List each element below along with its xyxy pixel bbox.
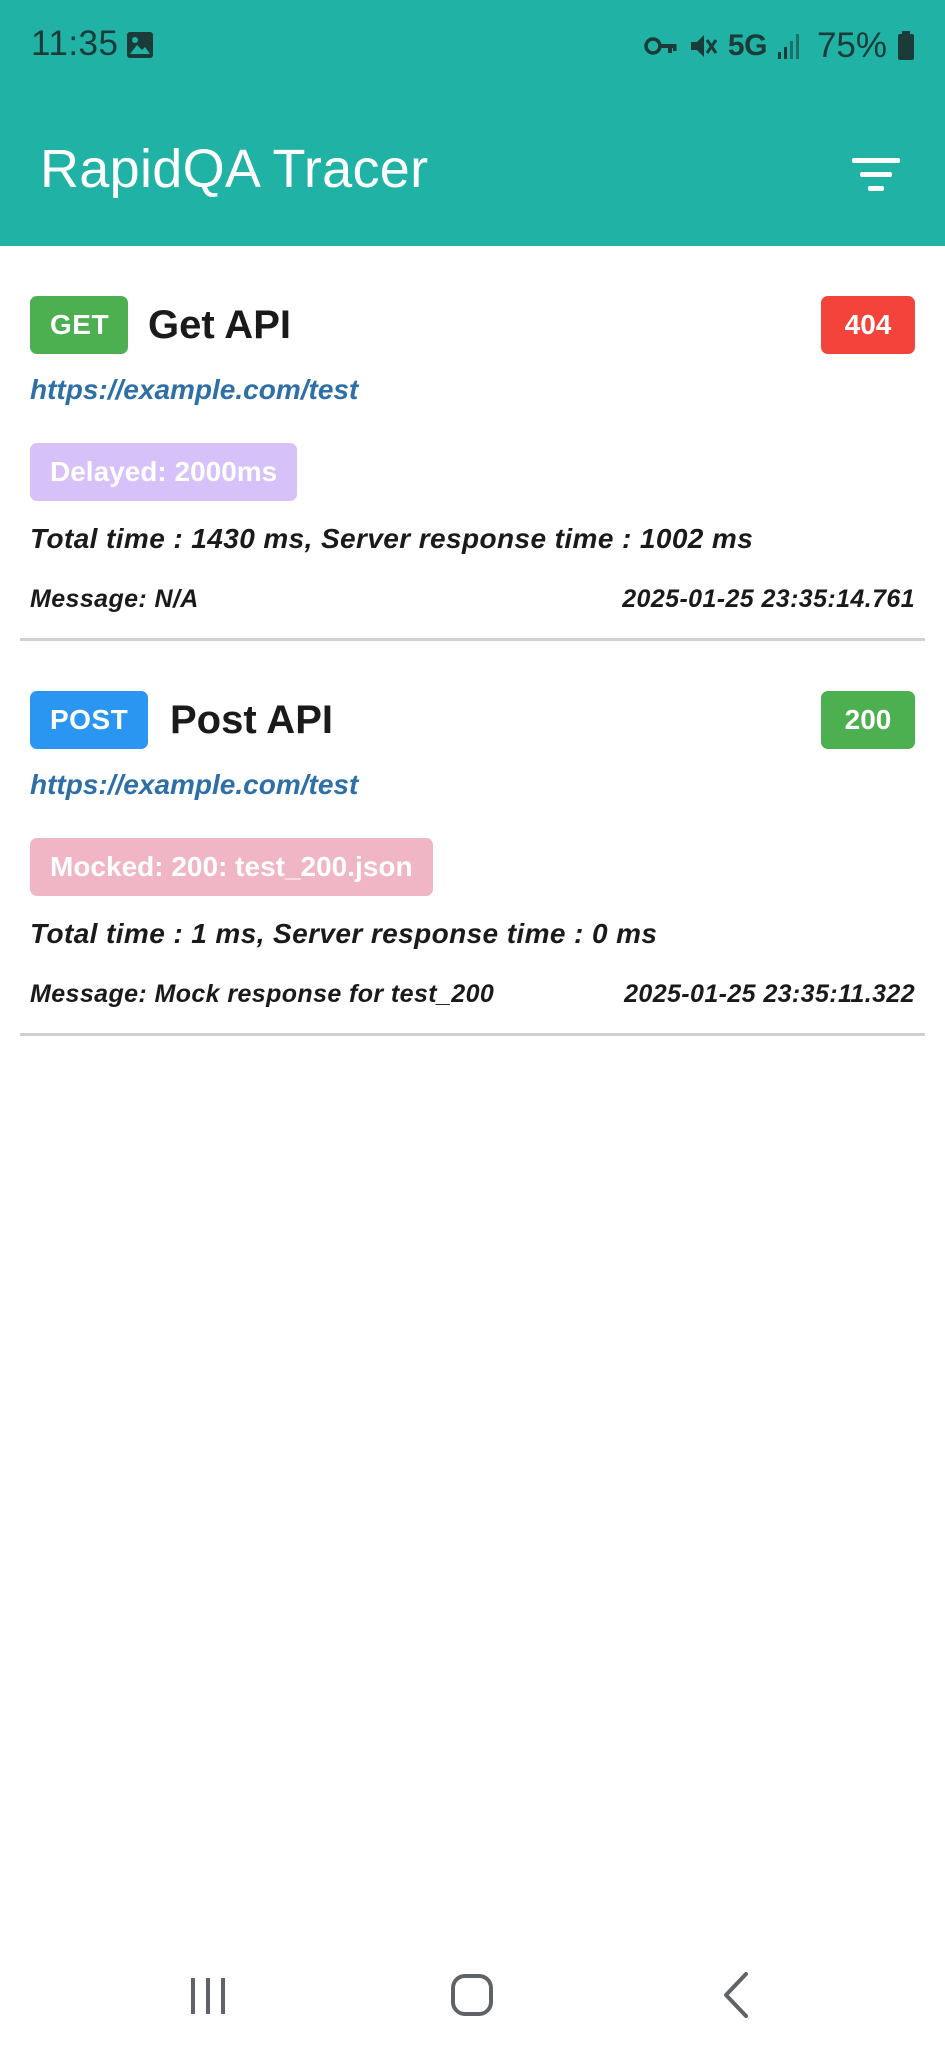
status-icons: 5G 75% — [644, 24, 915, 68]
meta-row: Message: Mock response for test_200 2025… — [30, 980, 915, 1014]
back-icon[interactable] — [696, 1958, 776, 2028]
status-time: 11:35 — [31, 24, 119, 63]
status-code-badge: 404 — [821, 296, 915, 354]
delay-tag: Delayed: 2000ms — [30, 443, 298, 501]
request-url[interactable]: https://example.com/test — [30, 769, 358, 801]
battery-icon — [898, 31, 914, 60]
request-url[interactable]: https://example.com/test — [30, 374, 358, 406]
gallery-icon — [127, 32, 153, 58]
timestamp: 2025-01-25 23:35:11.322 — [624, 980, 915, 1008]
meta-row: Message: N/A 2025-01-25 23:35:14.761 — [30, 585, 915, 619]
vpn-key-icon — [644, 37, 677, 55]
app-header: 11:35 5G 75% RapidQA Tracer — [0, 0, 945, 246]
api-name: Post API — [170, 698, 333, 742]
signal-icon — [777, 34, 799, 59]
status-bar: 11:35 5G 75% — [0, 0, 945, 92]
message-text: Message: Mock response for test_200 — [30, 980, 495, 1008]
app-title: RapidQA Tracer — [40, 139, 429, 199]
battery-percent: 75% — [816, 26, 887, 65]
divider — [20, 1033, 925, 1036]
request-card-get[interactable]: GET Get API 404 https://example.com/test… — [0, 246, 945, 641]
timing-info: Total time : 1 ms, Server response time … — [30, 918, 658, 949]
mute-icon — [690, 35, 718, 57]
status-code-badge: 200 — [821, 691, 915, 749]
filter-icon[interactable] — [848, 153, 904, 197]
method-badge: POST — [30, 691, 149, 749]
request-list: GET Get API 404 https://example.com/test… — [0, 246, 945, 1036]
request-card-post[interactable]: POST Post API 200 https://example.com/te… — [0, 641, 945, 1036]
timestamp: 2025-01-25 23:35:14.761 — [622, 585, 915, 613]
network-type: 5G — [727, 29, 768, 62]
home-icon[interactable] — [432, 1958, 512, 2028]
mock-tag: Mocked: 200: test_200.json — [30, 838, 433, 896]
method-badge: GET — [30, 296, 128, 354]
timing-info: Total time : 1430 ms, Server response ti… — [30, 523, 754, 554]
system-nav-bar — [0, 1938, 945, 2048]
message-text: Message: N/A — [30, 585, 199, 613]
recent-apps-icon[interactable] — [168, 1958, 248, 2028]
api-name: Get API — [148, 303, 291, 347]
